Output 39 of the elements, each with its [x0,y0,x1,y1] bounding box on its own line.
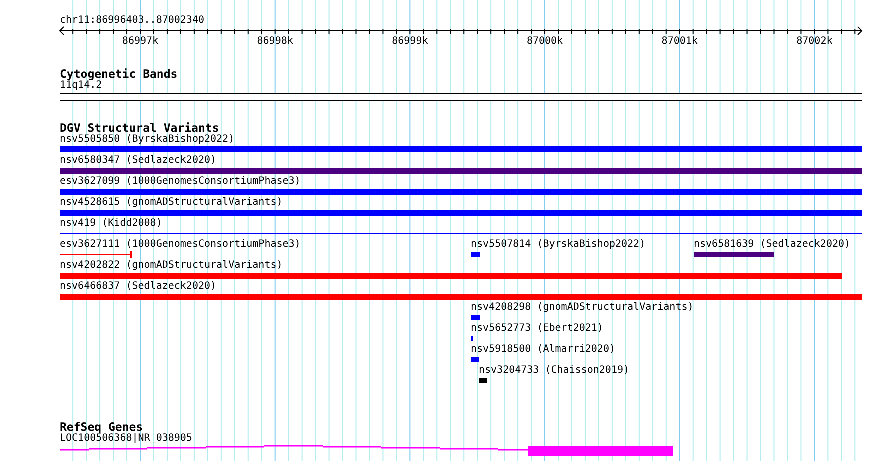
variant-bar[interactable] [60,294,862,300]
feature-label: nsv5918500 (Almarri2020) [471,344,616,356]
feature-label: esv3627111 (1000GenomesConsortiumPhase3) [60,239,301,251]
ruler-label: 87001k [660,35,699,48]
ruler-label: 86998k [256,35,294,48]
variant-bar[interactable] [479,378,487,383]
variant-bar[interactable] [471,252,480,257]
feature-label: nsv4528615 (gnomADStructuralVariants) [60,197,283,209]
variant-bar[interactable] [60,146,862,152]
ruler-label: 87000k [526,35,564,48]
feature-label: nsv4202822 (gnomADStructuralVariants) [60,260,283,272]
variant-bar[interactable] [60,168,862,174]
feature-label: 11q14.2 [60,80,102,92]
feature-label: nsv6581639 (Sedlazeck2020) [694,239,851,251]
feature-label: nsv3204733 (Chaisson2019) [479,365,630,377]
feature-label: nsv6466837 (Sedlazeck2020) [60,281,217,293]
feature-label: esv3627099 (1000GenomesConsortiumPhase3) [60,176,301,188]
track-title: DGV Structural Variants [60,121,220,135]
ruler-label: 86997k [121,35,160,48]
variant-bar[interactable] [60,210,862,216]
variant-bar[interactable] [60,189,862,195]
gene-drawing[interactable] [60,445,674,456]
ruler-label: 86999k [391,35,430,48]
feature-label: nsv419 (Kidd2008) [60,218,162,230]
variant-bar[interactable] [60,273,842,279]
feature-label: nsv4208298 (gnomADStructuralVariants) [471,302,694,314]
feature-label: LOC100506368|NR_038905 [60,433,192,445]
track-title: Cytogenetic Bands [60,67,178,81]
variant-line[interactable] [60,251,132,258]
variant-bar[interactable] [471,357,479,362]
track-title: RefSeq Genes [60,420,144,434]
feature-label: nsv5652773 (Ebert2021) [471,323,604,335]
feature-label: nsv6580347 (Sedlazeck2020) [60,155,217,167]
location-label: chr11:86996403..87002340 [60,14,204,27]
variant-bar[interactable] [694,252,774,257]
feature-label: nsv5507814 (ByrskaBishop2022) [471,239,646,251]
feature-label: nsv5505850 (ByrskaBishop2022) [60,134,235,146]
variant-bar[interactable] [471,315,480,320]
ruler-label: 87002k [796,35,834,48]
